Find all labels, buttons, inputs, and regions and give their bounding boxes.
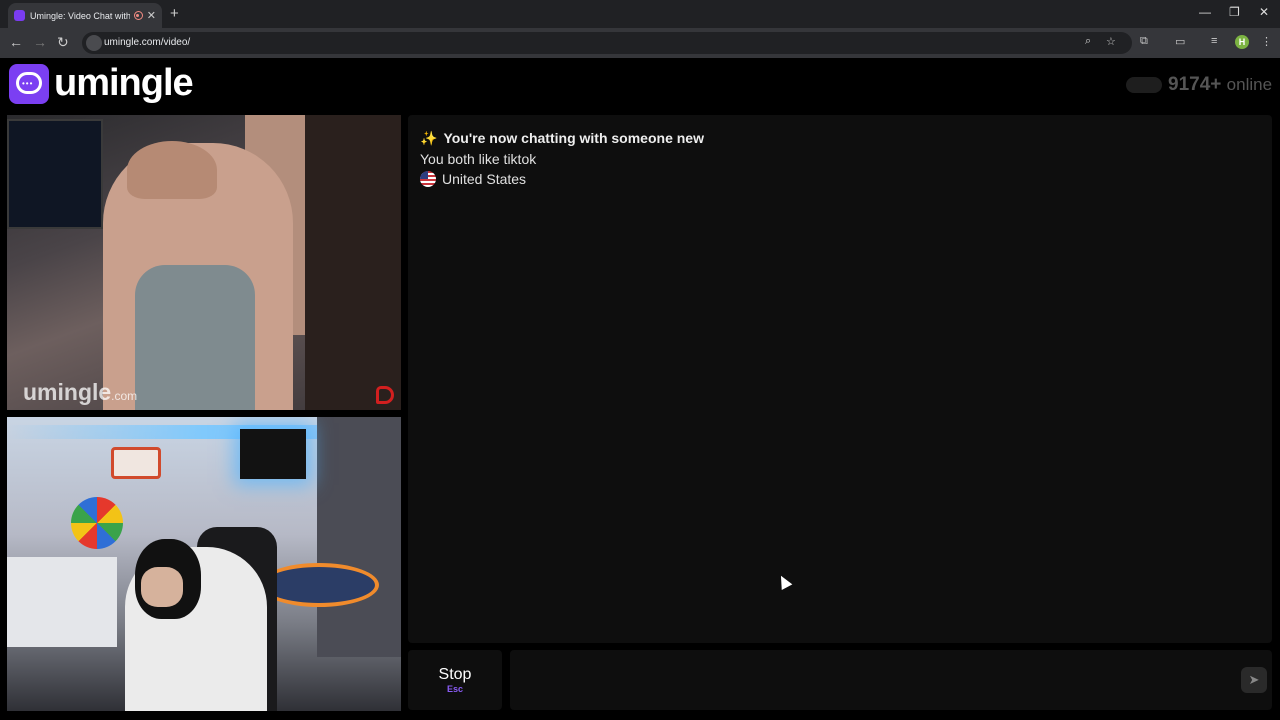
browser-menu-icon[interactable]: ⋮ xyxy=(1261,35,1272,48)
browser-tab-bar: Umingle: Video Chat with S ✕ + — ❐ ✕ xyxy=(0,0,1280,28)
extensions-icon[interactable]: ⧉ xyxy=(1140,35,1148,48)
site-favicon-icon xyxy=(14,10,25,21)
browser-tab[interactable]: Umingle: Video Chat with S ✕ xyxy=(8,3,162,28)
address-bar[interactable]: umingle.com/video/ xyxy=(82,32,1132,54)
cast-icon[interactable]: ▭ xyxy=(1175,35,1185,48)
back-icon[interactable]: ← xyxy=(9,34,23,50)
common-interest-message: You both like tiktok xyxy=(420,151,537,167)
new-chat-message: ✨ You're now chatting with someone new xyxy=(420,130,704,146)
new-tab-button[interactable]: + xyxy=(170,5,179,22)
logo-text[interactable]: umingle xyxy=(54,62,194,105)
country-name: United States xyxy=(442,171,527,187)
forward-icon[interactable]: → xyxy=(33,34,47,50)
country-message: United States xyxy=(420,171,526,187)
tab-title: Umingle: Video Chat with S xyxy=(30,10,130,21)
send-icon[interactable]: ➤ xyxy=(1241,667,1267,693)
stop-button[interactable]: Stop Esc xyxy=(408,650,502,710)
minimize-icon[interactable]: — xyxy=(1199,5,1211,19)
media-controls-icon[interactable]: ≡ xyxy=(1211,35,1217,47)
umingle-watermark: umingle.com xyxy=(23,379,138,405)
online-number: 9174+ xyxy=(1168,74,1222,95)
stop-shortcut: Esc xyxy=(446,684,463,694)
close-window-icon[interactable]: ✕ xyxy=(1259,5,1269,19)
restore-icon[interactable]: ❐ xyxy=(1229,5,1240,19)
self-video xyxy=(7,417,401,711)
profile-avatar[interactable]: H xyxy=(1235,35,1249,49)
zoom-icon[interactable]: ⌕ xyxy=(1085,35,1091,48)
site-info-icon[interactable] xyxy=(86,35,102,51)
us-flag-icon xyxy=(420,171,436,187)
stranger-video: umingle.com xyxy=(7,115,401,410)
report-flag-icon[interactable] xyxy=(376,386,394,404)
theme-toggle[interactable] xyxy=(1126,77,1162,93)
sparkle-icon: ✨ xyxy=(420,130,438,146)
stop-label: Stop xyxy=(438,666,472,683)
chat-log: ✨ You're now chatting with someone new Yo… xyxy=(408,115,1272,643)
umingle-logo-icon[interactable]: ••• xyxy=(9,64,49,104)
online-count: 9174+ online xyxy=(1168,74,1272,96)
message-input[interactable] xyxy=(510,650,1272,710)
reload-icon[interactable]: ↻ xyxy=(57,34,69,51)
online-label: online xyxy=(1226,75,1273,94)
bookmark-star-icon[interactable]: ☆ xyxy=(1106,35,1116,48)
recording-icon xyxy=(133,11,143,20)
address-url: umingle.com/video/ xyxy=(104,37,191,48)
browser-toolbar: ← → ↻ umingle.com/video/ ⌕ ☆ ⧉ ▭ ≡ ⋮ xyxy=(0,28,1280,58)
tab-close-icon[interactable]: ✕ xyxy=(147,9,156,22)
